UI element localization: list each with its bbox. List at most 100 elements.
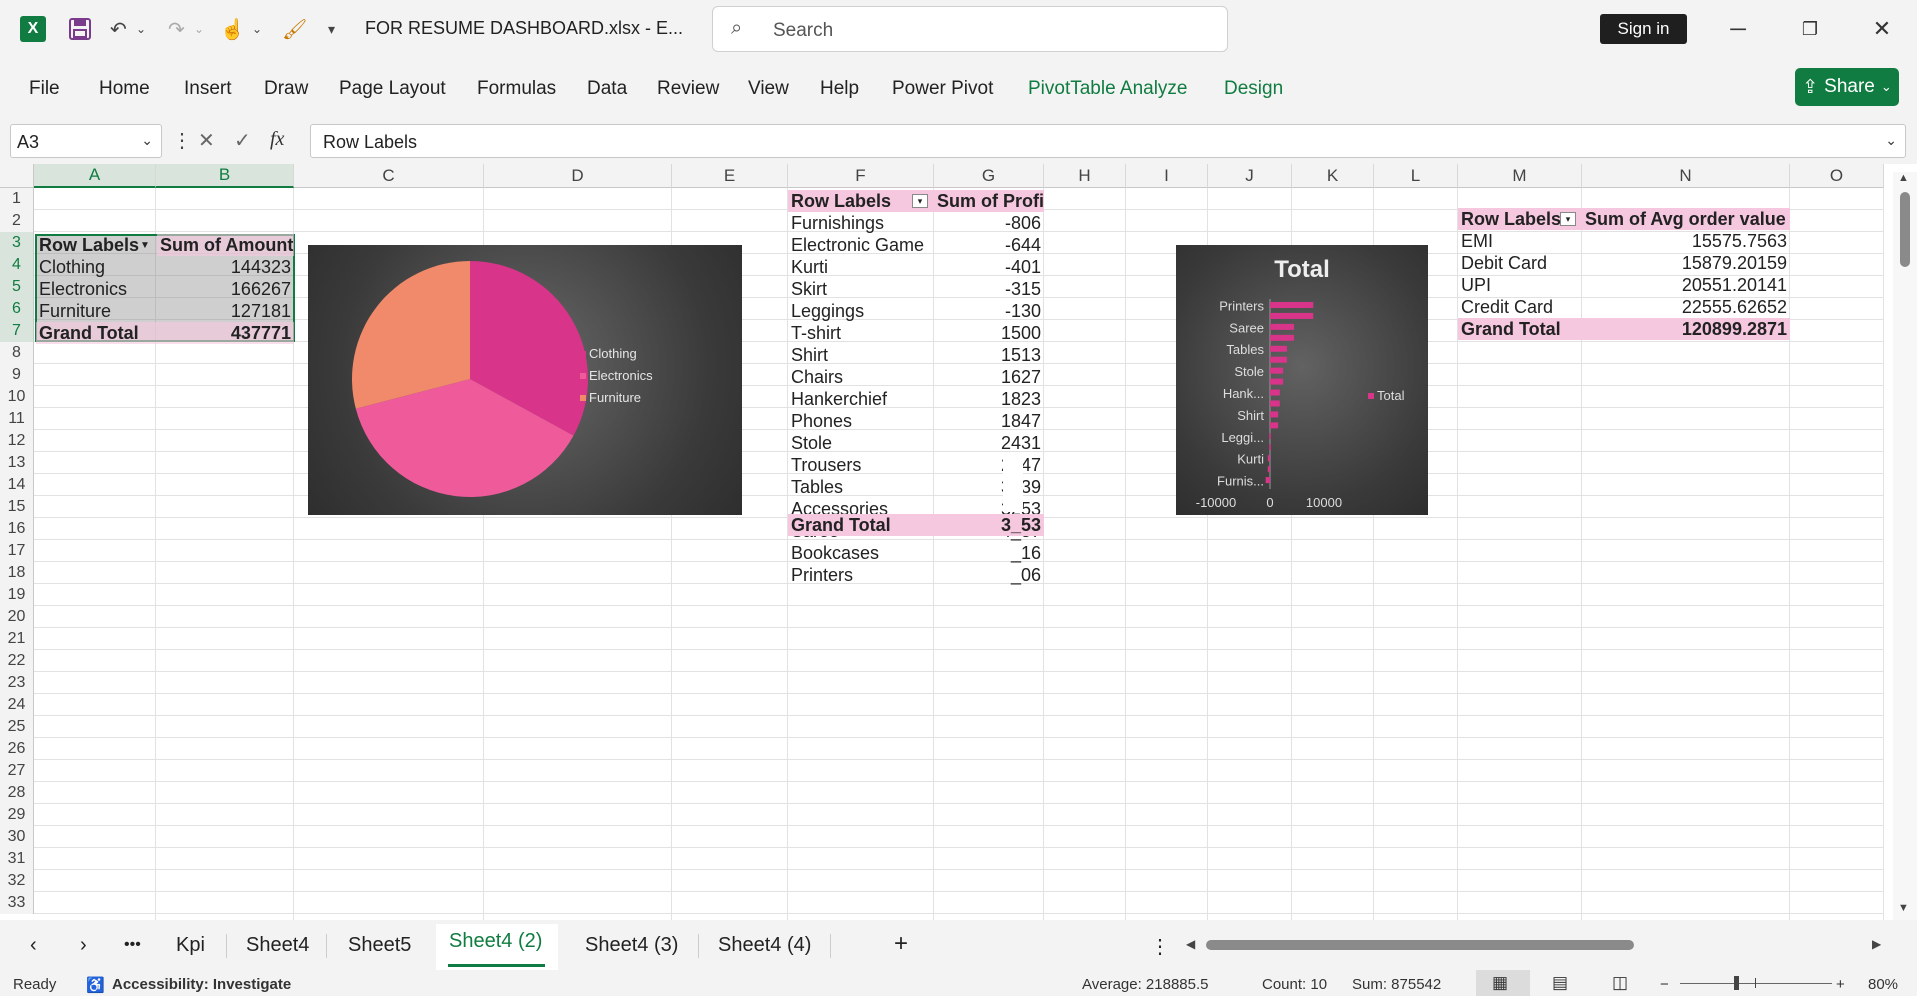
page-layout-view-icon[interactable]: ▤ — [1552, 973, 1568, 993]
column-header-f[interactable]: F — [788, 164, 934, 188]
pivot-amount-label[interactable]: Furniture — [36, 300, 157, 322]
row-header[interactable]: 4 — [0, 254, 34, 276]
bar[interactable] — [1267, 466, 1270, 473]
pivot-amount-value[interactable]: 144323 — [157, 256, 294, 278]
pivot-profit-label[interactable]: Kurti — [788, 256, 934, 278]
row-header[interactable]: 11 — [0, 408, 34, 430]
pivot-payment-value[interactable]: 15879.20159 — [1582, 252, 1790, 274]
pivot-profit-value[interactable]: -315 — [934, 278, 1044, 300]
row-header[interactable]: 27 — [0, 760, 34, 782]
menu-draw[interactable]: Draw — [264, 78, 308, 100]
row-header[interactable]: 26 — [0, 738, 34, 760]
pivot-amount-header-value[interactable]: Sum of Amount — [157, 234, 294, 256]
pivot-profit-total-label[interactable]: Grand Total — [788, 514, 934, 536]
column-header-a[interactable]: A — [34, 164, 156, 188]
pivot-profit-header-value[interactable]: Sum of Profit — [934, 190, 1044, 212]
pivot-profit-label[interactable]: Trousers — [788, 454, 934, 476]
sheet-tab-sheet5[interactable]: Sheet5 — [348, 934, 411, 957]
pivot-amount-total-label[interactable]: Grand Total — [36, 322, 157, 344]
bar[interactable] — [1270, 345, 1287, 352]
row-header[interactable]: 13 — [0, 452, 34, 474]
sheet-tab-kpi[interactable]: Kpi — [176, 934, 205, 957]
column-header-o[interactable]: O — [1790, 164, 1884, 188]
pivot-profit-value[interactable]: 1847 — [934, 410, 1044, 432]
bar-chart[interactable]: Total Furnis... Kurti Leggi... Shirt Hank... S… — [1176, 245, 1428, 515]
bar[interactable] — [1270, 323, 1295, 330]
horizontal-scrollbar[interactable]: ◀ ▶ — [1186, 937, 1894, 953]
row-header[interactable]: 16 — [0, 518, 34, 540]
row-header[interactable]: 3 — [0, 232, 34, 254]
pivot-profit-value[interactable]: -401 — [934, 256, 1044, 278]
column-header-m[interactable]: M — [1458, 164, 1582, 188]
enter-icon[interactable]: ✓ — [234, 128, 251, 153]
pivot-amount-value[interactable]: 127181 — [157, 300, 294, 322]
row-header[interactable]: 17 — [0, 540, 34, 562]
scroll-left-icon[interactable]: ◀ — [1186, 937, 1195, 951]
row-header[interactable]: 14 — [0, 474, 34, 496]
page-break-view-icon[interactable]: ◫ — [1612, 973, 1628, 993]
menu-view[interactable]: View — [748, 78, 789, 100]
formula-input[interactable]: Row Labels ⌄ — [310, 124, 1906, 158]
row-header[interactable]: 31 — [0, 848, 34, 870]
insert-function-icon[interactable]: fx — [270, 128, 284, 151]
scroll-right-icon[interactable]: ▶ — [1872, 937, 1881, 951]
pivot-payment-value[interactable]: 22555.62652 — [1582, 296, 1790, 318]
bar[interactable] — [1270, 302, 1314, 309]
zoom-slider[interactable] — [1680, 983, 1832, 984]
row-header[interactable]: 21 — [0, 628, 34, 650]
pivot-payment-header-value[interactable]: Sum of Avg order value — [1582, 208, 1790, 230]
bar[interactable] — [1267, 455, 1270, 462]
undo-dropdown-icon[interactable]: ⌄ — [136, 14, 146, 44]
column-header-b[interactable]: B — [156, 164, 294, 188]
row-header[interactable]: 32 — [0, 870, 34, 892]
pivot-payment-label[interactable]: UPI — [1458, 274, 1582, 296]
bar[interactable] — [1269, 444, 1271, 451]
pivot-amount-header-labels[interactable]: Row Labels — [36, 234, 157, 256]
row-header[interactable]: 10 — [0, 386, 34, 408]
redo-icon[interactable]: ↷ — [168, 14, 185, 44]
pivot-amount-label[interactable]: Clothing — [36, 256, 157, 278]
undo-icon[interactable]: ↶ — [110, 14, 127, 44]
pivot-payment-value[interactable]: 15575.7563 — [1582, 230, 1790, 252]
column-header-i[interactable]: I — [1126, 164, 1208, 188]
pivot-profit-value[interactable]: 1823 — [934, 388, 1044, 410]
row-header[interactable]: 30 — [0, 826, 34, 848]
customize-toolbar-icon[interactable]: ▾ — [328, 14, 335, 44]
menu-page-layout[interactable]: Page Layout — [339, 78, 446, 100]
menu-design[interactable]: Design — [1224, 78, 1283, 100]
touch-dropdown-icon[interactable]: ⌄ — [252, 14, 262, 44]
bar[interactable] — [1270, 378, 1284, 385]
close-icon[interactable]: ✕ — [1862, 12, 1902, 46]
pivot-profit-total-value[interactable]: 3_53 — [934, 514, 1044, 536]
row-header[interactable]: 25 — [0, 716, 34, 738]
row-header[interactable]: 18 — [0, 562, 34, 584]
pivot-profit-label[interactable]: Stole — [788, 432, 934, 454]
row-header[interactable]: 8 — [0, 342, 34, 364]
row-header[interactable]: 29 — [0, 804, 34, 826]
filter-dropdown-icon[interactable]: ▼ — [140, 240, 150, 251]
bar[interactable] — [1269, 433, 1271, 440]
row-header[interactable]: 33 — [0, 892, 34, 914]
menu-power-pivot[interactable]: Power Pivot — [892, 78, 993, 100]
pivot-profit-value[interactable]: 2431 — [934, 432, 1044, 454]
pivot-payment-label[interactable]: EMI — [1458, 230, 1582, 252]
sheet-tab-sheet4-3[interactable]: Sheet4 (3) — [585, 934, 678, 957]
row-header[interactable]: 23 — [0, 672, 34, 694]
horizontal-scroll-thumb[interactable] — [1206, 940, 1634, 950]
row-header[interactable]: 19 — [0, 584, 34, 606]
pivot-payment-total-value[interactable]: 120899.2871 — [1582, 318, 1790, 340]
column-header-j[interactable]: J — [1208, 164, 1292, 188]
pivot-profit-value[interactable]: 3139 — [934, 476, 1044, 498]
pivot-payment-label[interactable]: Debit Card — [1458, 252, 1582, 274]
pivot-profit-value[interactable]: 1513 — [934, 344, 1044, 366]
pivot-amount-total-value[interactable]: 437771 — [157, 322, 294, 344]
row-header[interactable]: 15 — [0, 496, 34, 518]
cancel-icon[interactable]: ✕ — [198, 128, 215, 153]
zoom-slider-thumb[interactable] — [1734, 976, 1739, 990]
sort-filter-icon[interactable]: ▾ — [1560, 212, 1576, 226]
pivot-profit-label[interactable]: Hankerchief — [788, 388, 934, 410]
menu-home[interactable]: Home — [99, 78, 150, 100]
vertical-scroll-thumb[interactable] — [1900, 192, 1910, 267]
column-header-e[interactable]: E — [672, 164, 788, 188]
accessibility-icon[interactable]: ♿ — [86, 976, 105, 994]
